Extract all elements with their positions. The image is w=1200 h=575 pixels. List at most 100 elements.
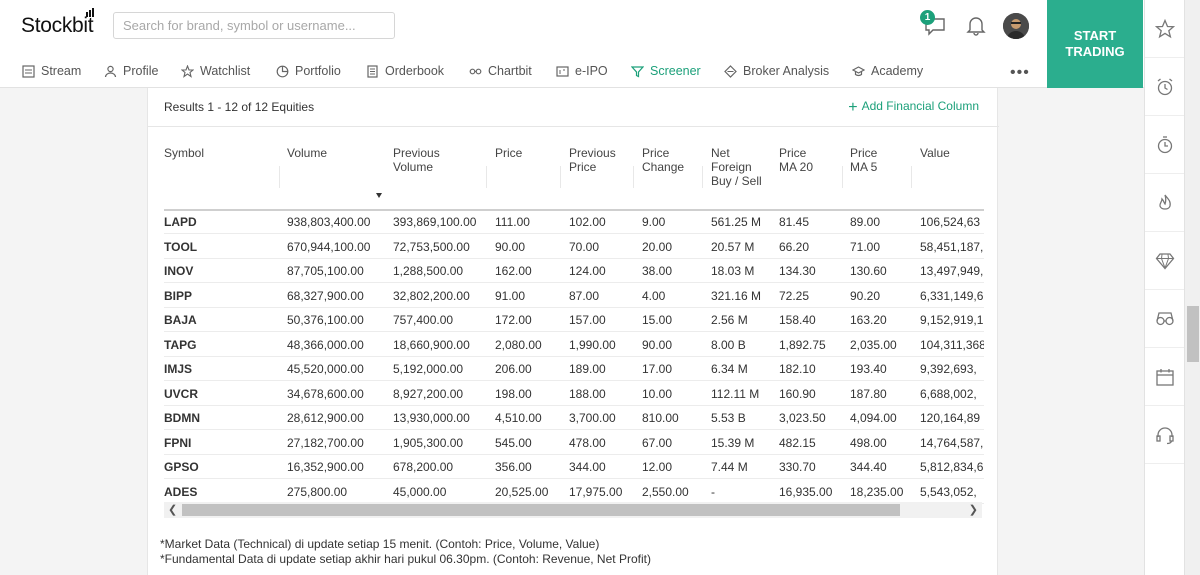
table-row[interactable]: GPSO 16,352,900.00 678,200.00 356.00 344.00 1…	[164, 455, 984, 479]
table-row[interactable]: BAJA 50,376,100.00 757,400.00 172.00 157.00 1…	[164, 308, 984, 332]
table-cell: 58,451,187,	[920, 239, 984, 254]
nav-chartbit[interactable]: Chartbit	[469, 56, 532, 86]
scroll-right-icon[interactable]: ❯	[969, 503, 978, 516]
horizontal-scrollbar-thumb[interactable]	[182, 504, 900, 516]
star-icon	[181, 64, 194, 78]
rail-insider[interactable]	[1145, 290, 1185, 348]
nav-portfolio[interactable]: Portfolio	[276, 56, 341, 86]
table-row[interactable]: UVCR 34,678,600.00 8,927,200.00 198.00 188.0…	[164, 382, 984, 406]
table-cell: 17,975.00	[569, 484, 623, 499]
col-price-change[interactable]: Price Change	[642, 146, 697, 174]
table-cell: 67.00	[642, 435, 673, 450]
symbol-cell[interactable]: BAJA	[164, 313, 264, 327]
symbol-cell[interactable]: GPSO	[164, 460, 264, 474]
table-row[interactable]: FPNI 27,182,700.00 1,905,300.00 545.00 478.0…	[164, 431, 984, 455]
table-cell: 13,930,000.00	[393, 411, 470, 425]
table-cell: 124.00	[569, 264, 606, 278]
rail-history[interactable]	[1145, 116, 1185, 174]
logo-mark-icon	[86, 8, 95, 17]
table-cell: 66.20	[779, 239, 810, 254]
avatar[interactable]	[1003, 13, 1029, 39]
col-price-ma5[interactable]: Price MA 5	[850, 146, 890, 174]
table-cell: 9,152,919,1	[920, 313, 984, 327]
table-row[interactable]: LAPD 938,803,400.00 393,869,100.00 111.00 10…	[164, 210, 984, 234]
add-financial-column-button[interactable]: + Add Financial Column	[848, 99, 979, 117]
academy-icon	[852, 65, 865, 76]
table-cell: 72.25	[779, 288, 810, 303]
nav-screener[interactable]: Screener	[631, 56, 701, 86]
nav-broker-analysis[interactable]: Broker Analysis	[724, 56, 829, 86]
table-cell: 50,376,100.00	[287, 313, 364, 327]
col-net-foreign[interactable]: Net Foreign Buy / Sell	[711, 146, 763, 188]
page-scrollbar-thumb[interactable]	[1187, 306, 1199, 362]
table-cell: 6.34 M	[711, 362, 748, 376]
table-cell: 20.00	[642, 239, 673, 254]
table-cell: 810.00	[642, 411, 679, 425]
column-divider	[279, 166, 280, 188]
table-horizontal-scrollbar[interactable]: ❮ ❯	[164, 502, 982, 518]
col-previous-volume[interactable]: Previous Volume	[393, 146, 465, 174]
table-row[interactable]: TOOL 670,944,100.00 72,753,500.00 90.00 70.0…	[164, 235, 984, 259]
table-cell: 8.00 B	[711, 337, 746, 352]
symbol-cell[interactable]: IMJS	[164, 362, 264, 376]
broker-icon	[724, 64, 737, 78]
nav-watchlist[interactable]: Watchlist	[181, 56, 250, 86]
symbol-cell[interactable]: LAPD	[164, 215, 264, 229]
col-symbol[interactable]: Symbol	[164, 146, 264, 160]
rail-support[interactable]	[1145, 406, 1185, 464]
table-cell: 2.56 M	[711, 313, 748, 327]
table-cell: 10.00	[642, 386, 673, 401]
nav-stream[interactable]: Stream	[22, 56, 81, 86]
col-previous-price[interactable]: Previous Price	[569, 146, 629, 174]
symbol-cell[interactable]: BDMN	[164, 411, 264, 425]
col-price[interactable]: Price	[495, 146, 555, 160]
table-cell: 16,935.00	[779, 484, 833, 499]
symbol-cell[interactable]: UVCR	[164, 387, 264, 401]
table-row[interactable]: TAPG 48,366,000.00 18,660,900.00 2,080.00 1,…	[164, 333, 984, 357]
col-price-ma20[interactable]: Price MA 20	[779, 146, 824, 174]
page-scrollbar[interactable]	[1184, 0, 1200, 575]
rail-pro[interactable]	[1145, 232, 1185, 290]
nav-academy[interactable]: Academy	[852, 56, 923, 86]
table-cell: 275,800.00	[287, 484, 348, 499]
table-row[interactable]: INOV 87,705,100.00 1,288,500.00 162.00 124.0…	[164, 259, 984, 283]
col-volume[interactable]: Volume	[287, 146, 377, 160]
alarm-clock-icon	[1157, 77, 1173, 95]
symbol-cell[interactable]: FPNI	[164, 436, 264, 450]
rail-alerts[interactable]	[1145, 58, 1185, 116]
table-cell: 162.00	[495, 264, 532, 278]
symbol-cell[interactable]: BIPP	[164, 289, 264, 303]
more-menu-icon[interactable]: •••	[1010, 64, 1030, 82]
table-row[interactable]: IMJS 45,520,000.00 5,192,000.00 206.00 189.0…	[164, 357, 984, 381]
nav-orderbook[interactable]: Orderbook	[366, 56, 444, 86]
nav-profile[interactable]: Profile	[104, 56, 158, 86]
sort-desc-icon[interactable]	[376, 193, 382, 198]
table-cell: 206.00	[495, 362, 532, 376]
col-value[interactable]: Value	[920, 146, 980, 160]
rail-trending[interactable]	[1145, 174, 1185, 232]
table-cell: 1,892.75	[779, 337, 826, 352]
table-cell: 104,311,368	[920, 337, 984, 352]
search-input[interactable]	[113, 12, 395, 39]
symbol-cell[interactable]: TOOL	[164, 240, 264, 254]
column-divider	[702, 166, 703, 188]
table-cell: 172.00	[495, 313, 532, 327]
footnote: *Fundamental Data di update setiap akhir…	[160, 551, 651, 566]
symbol-cell[interactable]: TAPG	[164, 338, 264, 352]
nav-e-ipo[interactable]: e-IPO	[556, 56, 608, 86]
rail-watchlist[interactable]	[1145, 0, 1185, 58]
stockbit-logo[interactable]: Stockbit	[21, 8, 95, 38]
scroll-left-icon[interactable]: ❮	[168, 503, 177, 516]
table-row[interactable]: BDMN 28,612,900.00 13,930,000.00 4,510.00 3,…	[164, 406, 984, 430]
symbol-cell[interactable]: ADES	[164, 485, 264, 499]
table-cell: 5,192,000.00	[393, 362, 464, 376]
symbol-cell[interactable]: INOV	[164, 264, 264, 278]
start-trading-button[interactable]: START TRADING	[1047, 0, 1143, 88]
pie-icon	[276, 65, 289, 77]
bell-icon[interactable]	[963, 12, 989, 38]
diamond-icon	[1155, 252, 1175, 270]
rail-calendar[interactable]	[1145, 348, 1185, 406]
user-icon	[104, 65, 117, 77]
table-row[interactable]: BIPP 68,327,900.00 32,802,200.00 91.00 87.00…	[164, 284, 984, 308]
table-row[interactable]: ADES 275,800.00 45,000.00 20,525.00 17,975.0…	[164, 480, 984, 504]
